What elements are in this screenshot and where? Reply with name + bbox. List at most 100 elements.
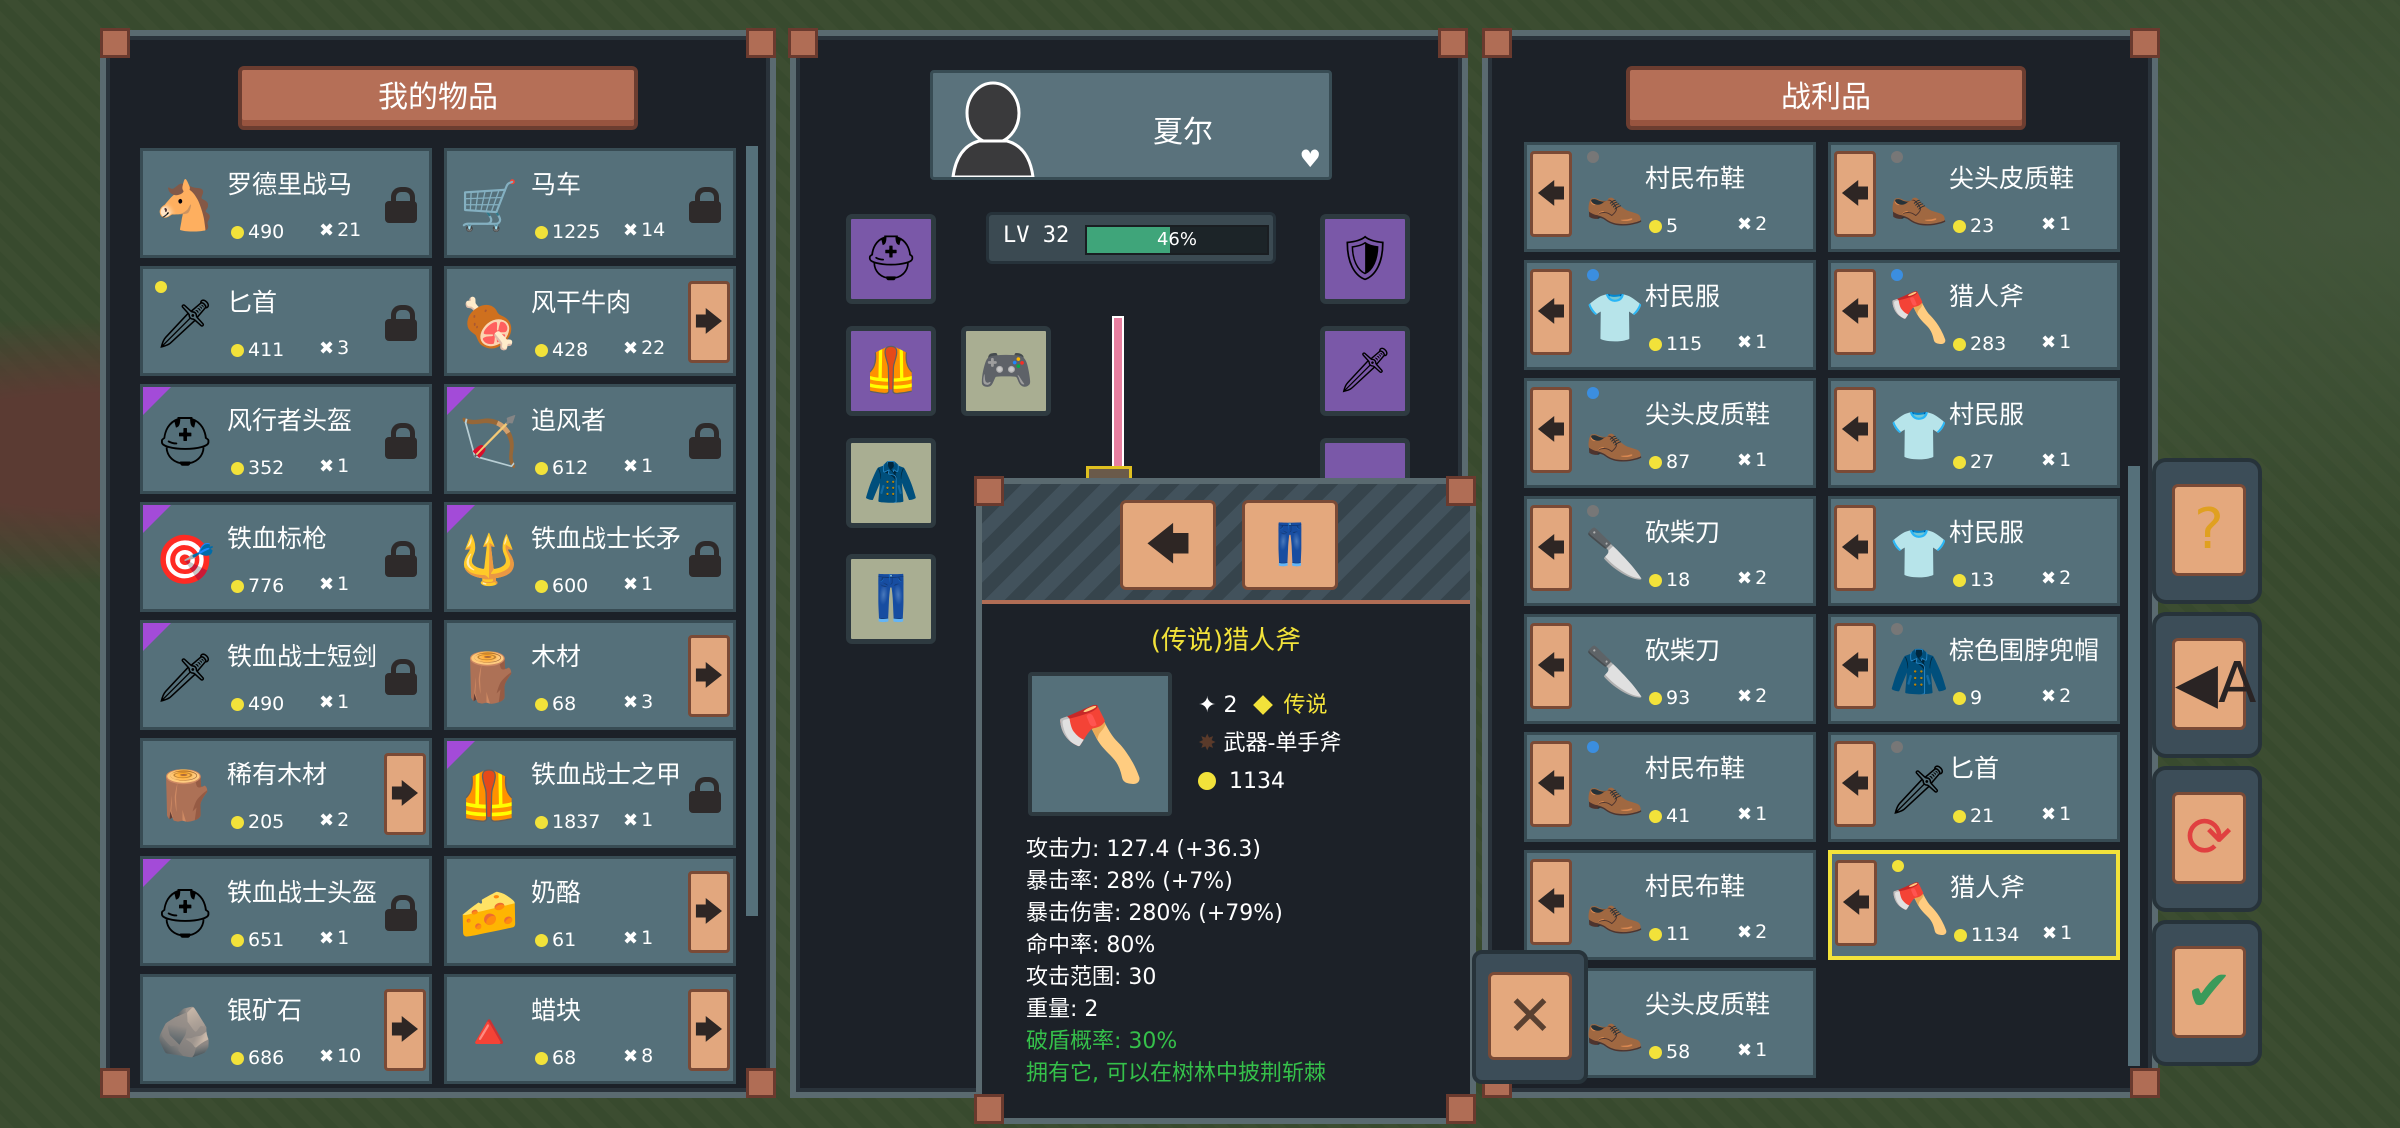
item-quantity: 1: [2041, 803, 2071, 825]
inventory-item-card[interactable]: 🧀 奶酪 61 1 🡆: [444, 856, 736, 966]
loot-item-card[interactable]: 🡄 🧥棕色围脖兜帽 9 2: [1828, 614, 2120, 724]
take-item-button[interactable]: 🡄: [1530, 387, 1572, 473]
sell-item-button[interactable]: 🡆: [688, 989, 730, 1071]
inventory-scrollbar[interactable]: [746, 146, 758, 916]
tooltip-stats: 攻击力: 127.4 (+36.3) 暴击率: 28% (+7%) 暴击伤害: …: [1026, 834, 1326, 1090]
lock-icon[interactable]: [689, 187, 721, 223]
loot-item-card[interactable]: 🡄 👞村民布鞋 41 1: [1524, 732, 1816, 842]
loot-item-card[interactable]: 🡄 👕村民服 13 2: [1828, 496, 2120, 606]
clothes-slot[interactable]: 🧥: [846, 438, 936, 528]
inventory-item-card[interactable]: ⛑ 风行者头盔 352 1: [140, 384, 432, 494]
shoes-icon: 👞: [1585, 172, 1645, 228]
item-price: 18: [1649, 569, 1690, 591]
inventory-item-card[interactable]: 🦺 铁血战士之甲 1837 1: [444, 738, 736, 848]
lock-icon[interactable]: [689, 541, 721, 577]
take-item-button[interactable]: 🡄: [1834, 741, 1876, 827]
loot-item-card[interactable]: 🡄 👞尖头皮质鞋 23 1: [1828, 142, 2120, 252]
inventory-item-card[interactable]: 🔺 蜡块 68 8 🡆: [444, 974, 736, 1084]
take-item-button[interactable]: 🡄: [1835, 860, 1877, 946]
confirm-button[interactable]: ✔: [2172, 946, 2246, 1038]
item-name: 追风者: [531, 406, 607, 435]
unequip-button[interactable]: 🡄: [1120, 500, 1216, 590]
item-quantity: 1: [319, 927, 349, 949]
loot-item-card[interactable]: 🡄 👞村民布鞋 5 2: [1524, 142, 1816, 252]
take-item-button[interactable]: 🡄: [1530, 505, 1572, 591]
inventory-item-card[interactable]: 🏹 追风者 612 1: [444, 384, 736, 494]
lock-icon[interactable]: [689, 423, 721, 459]
refresh-button[interactable]: ⟳: [2172, 792, 2246, 884]
item-quantity: 1: [1737, 803, 1767, 825]
close-button[interactable]: ✕: [1488, 972, 1572, 1060]
take-item-button[interactable]: 🡄: [1530, 859, 1572, 945]
pants-slot[interactable]: 👖: [846, 554, 936, 644]
loot-item-card[interactable]: 🡄 👞尖头皮质鞋 87 1: [1524, 378, 1816, 488]
sell-item-button[interactable]: 🡆: [384, 989, 426, 1071]
item-name: 猎人斧: [1950, 873, 2026, 902]
take-item-button[interactable]: 🡄: [1834, 623, 1876, 709]
pointed-shoes-icon: 👞: [1585, 408, 1645, 464]
loot-scrollbar[interactable]: [2128, 466, 2140, 1066]
take-item-button[interactable]: 🡄: [1834, 387, 1876, 473]
inventory-item-card[interactable]: ⛑ 铁血战士头盔 651 1: [140, 856, 432, 966]
item-quantity: 1: [623, 809, 653, 831]
axe-icon: 🪓: [1055, 702, 1145, 786]
sell-item-button[interactable]: 🡆: [688, 281, 730, 363]
lock-icon[interactable]: [385, 423, 417, 459]
inventory-item-card[interactable]: 🐴 罗德里战马 490 21: [140, 148, 432, 258]
item-price: 205: [231, 811, 284, 833]
lock-icon[interactable]: [385, 541, 417, 577]
take-item-button[interactable]: 🡄: [1530, 623, 1572, 709]
inventory-item-card[interactable]: 🪵 稀有木材 205 2 🡆: [140, 738, 432, 848]
loot-item-card[interactable]: 🡄 👞村民布鞋 11 2: [1524, 850, 1816, 960]
lock-icon[interactable]: [385, 305, 417, 341]
lock-icon[interactable]: [385, 187, 417, 223]
sort-button[interactable]: ◀A: [2172, 638, 2256, 730]
dagger-icon: 🗡: [1888, 762, 1950, 818]
item-quantity: 1: [319, 455, 349, 477]
inventory-item-card[interactable]: 🎯 铁血标枪 776 1: [140, 502, 432, 612]
head-slot[interactable]: ⛑: [846, 214, 936, 304]
weapon-slot[interactable]: 🗡: [1320, 326, 1410, 416]
character-portrait: [943, 77, 1043, 179]
sell-item-button[interactable]: 🡆: [688, 635, 730, 717]
lock-icon[interactable]: [385, 659, 417, 695]
javelin-icon: 🎯: [155, 532, 215, 588]
inventory-item-card[interactable]: 🔱 铁血战士长矛 600 1: [444, 502, 736, 612]
take-item-button[interactable]: 🡄: [1530, 151, 1572, 237]
take-item-button[interactable]: 🡄: [1834, 505, 1876, 591]
take-item-button[interactable]: 🡄: [1834, 151, 1876, 237]
lock-icon[interactable]: [385, 895, 417, 931]
item-name: 罗德里战马: [227, 170, 353, 199]
take-item-button[interactable]: 🡄: [1530, 269, 1572, 355]
sell-item-button[interactable]: 🡆: [384, 753, 426, 835]
sell-item-button[interactable]: 🡆: [688, 871, 730, 953]
inventory-item-card[interactable]: 🍖 风干牛肉 428 22 🡆: [444, 266, 736, 376]
inventory-panel: 我的物品 🐴罗德里战马49021🛒马车122514🗡匕首4113🍖风干牛肉428…: [100, 30, 776, 1098]
close-tooltip-panel: ✕: [1472, 950, 1588, 1084]
shield-slot[interactable]: 🛡: [1320, 214, 1410, 304]
help-button[interactable]: ?: [2172, 484, 2246, 576]
equip-button[interactable]: 👖: [1242, 500, 1338, 590]
lock-icon[interactable]: [689, 777, 721, 813]
take-item-button[interactable]: 🡄: [1530, 741, 1572, 827]
item-quantity: 2: [1737, 567, 1767, 589]
item-name: 奶酪: [531, 878, 582, 907]
loot-item-card[interactable]: 🡄 👕村民服 115 1: [1524, 260, 1816, 370]
loot-item-card[interactable]: 🡄 🗡匕首 21 1: [1828, 732, 2120, 842]
take-item-button[interactable]: 🡄: [1834, 269, 1876, 355]
body-slot[interactable]: 🦺: [846, 326, 936, 416]
loot-item-card[interactable]: 🡄 🔪砍柴刀 18 2: [1524, 496, 1816, 606]
inventory-title: 我的物品: [238, 66, 638, 130]
item-name: 铁血标枪: [227, 524, 328, 553]
loot-item-card[interactable]: 🡄 🔪砍柴刀 93 2: [1524, 614, 1816, 724]
loot-item-card[interactable]: 🡄 🪓猎人斧 283 1: [1828, 260, 2120, 370]
inventory-item-card[interactable]: 🗡 匕首 411 3: [140, 266, 432, 376]
coin-icon: [1198, 772, 1216, 790]
inventory-item-card[interactable]: 🗡 铁血战士短剑 490 1: [140, 620, 432, 730]
inventory-item-card[interactable]: 🪵 木材 68 3 🡆: [444, 620, 736, 730]
loot-item-card[interactable]: 🡄 👕村民服 27 1: [1828, 378, 2120, 488]
loot-item-card[interactable]: 🡄 🪓猎人斧 1134 1: [1828, 850, 2120, 960]
inventory-item-card[interactable]: 🪨 银矿石 686 10 🡆: [140, 974, 432, 1084]
inventory-item-card[interactable]: 🛒 马车 1225 14: [444, 148, 736, 258]
accessory-slot[interactable]: 🎮: [961, 326, 1051, 416]
